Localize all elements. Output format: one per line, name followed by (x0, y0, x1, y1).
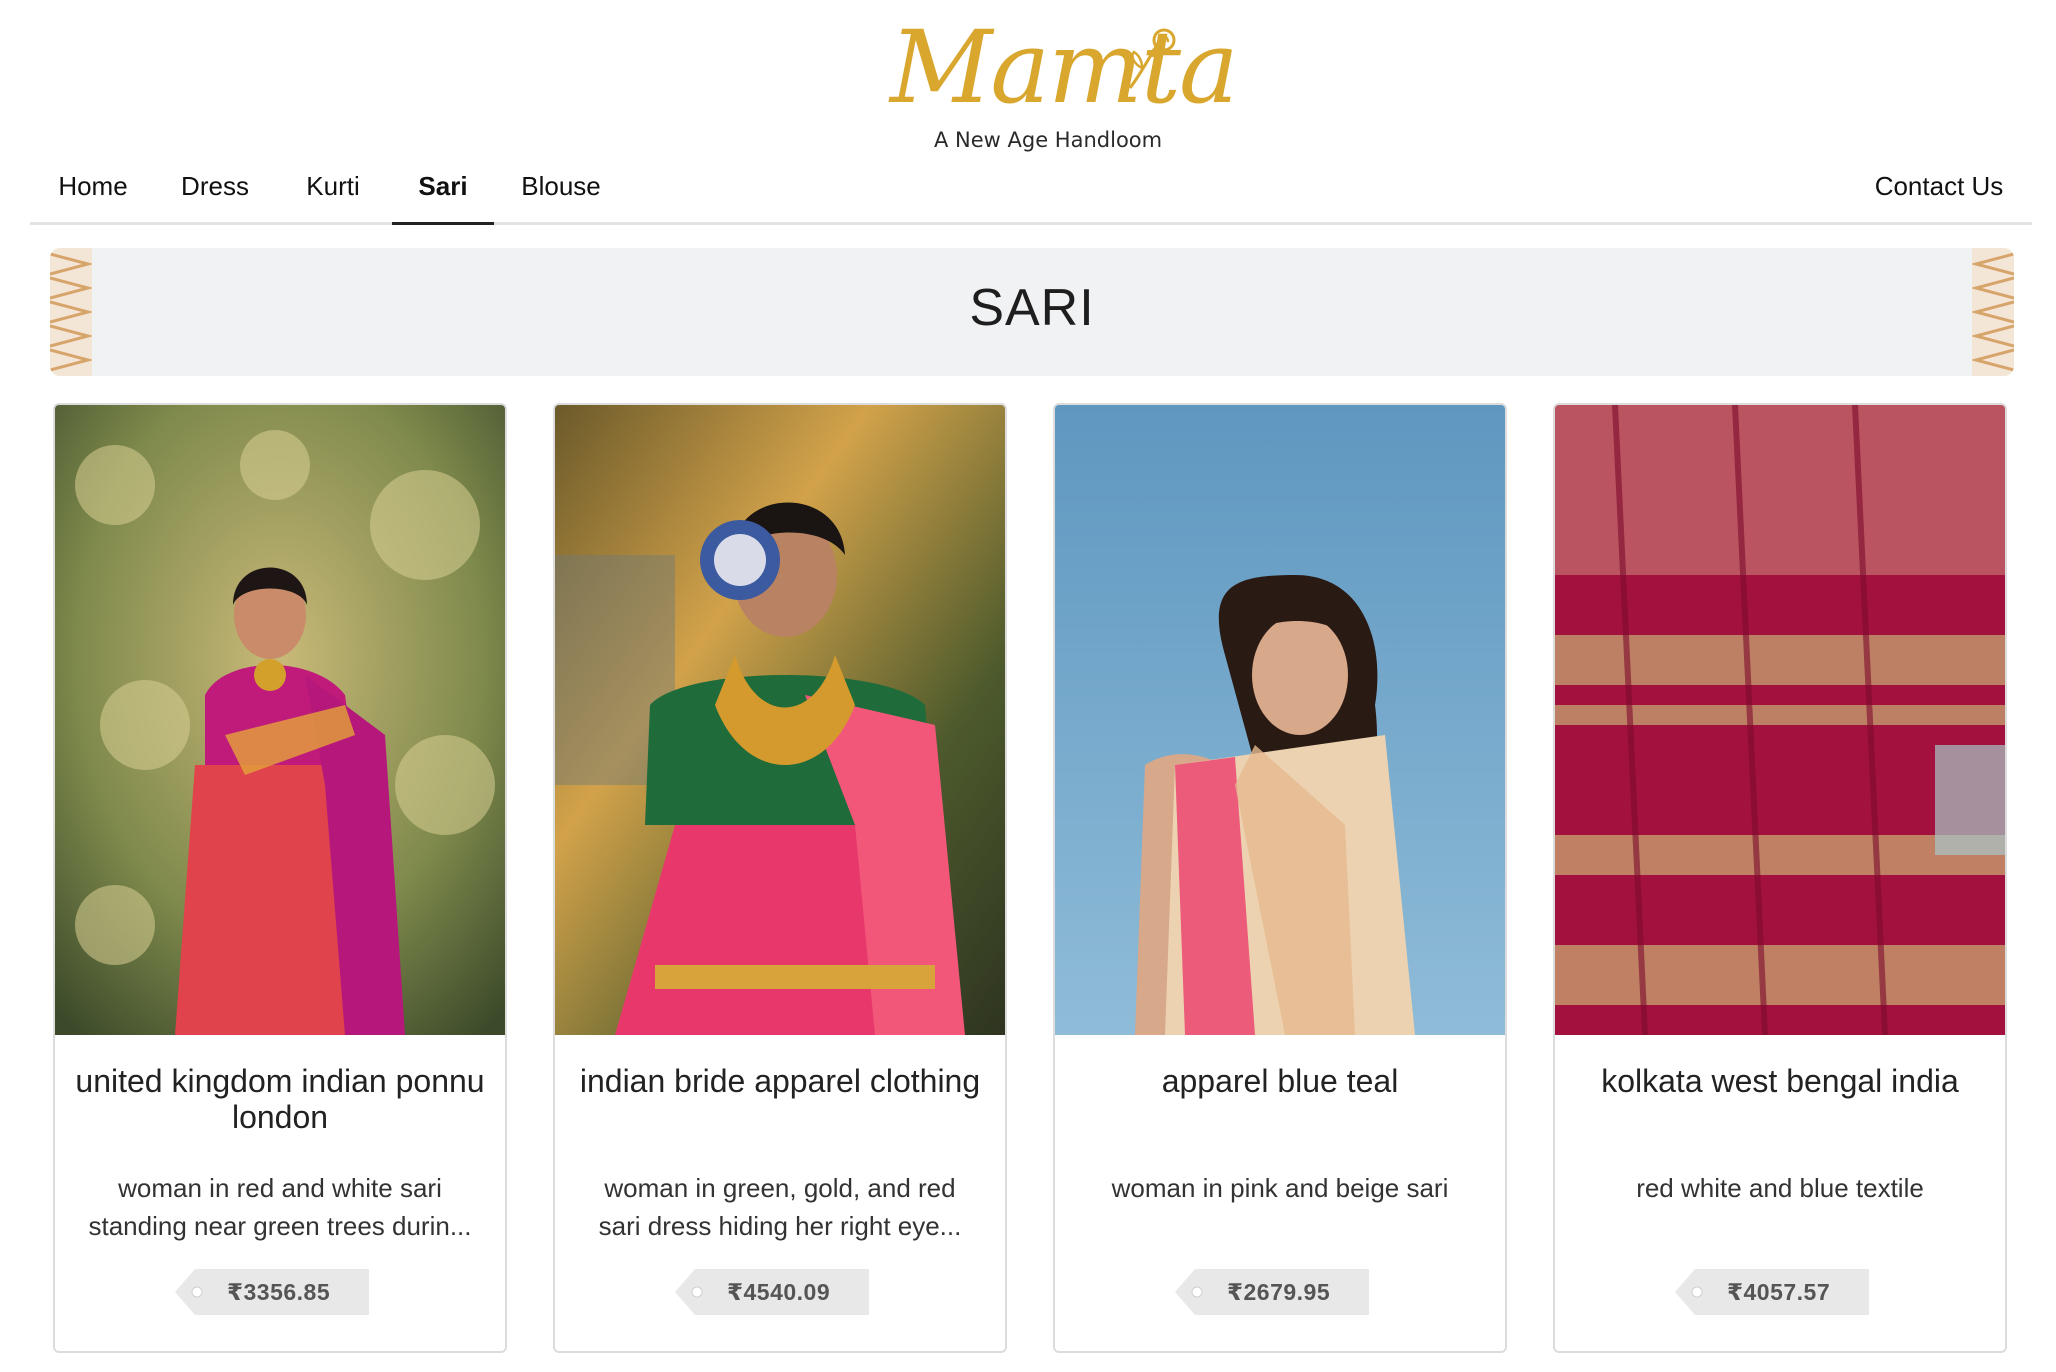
banner-pattern-right (1972, 248, 2014, 376)
nav-item-home[interactable]: Home (30, 160, 156, 222)
brand-tagline: A New Age Handloom (934, 128, 1163, 152)
product-price: ₹2679.95 (1227, 1279, 1331, 1305)
page: Mamta A New Age Handloom Home Dress Kurt… (0, 0, 2056, 1372)
nav-item-blouse[interactable]: Blouse (494, 160, 628, 222)
product-price: ₹4540.09 (727, 1279, 831, 1305)
product-description: red white and blue textile (1636, 1173, 1924, 1203)
category-banner: SARI (50, 248, 2014, 376)
nav-item-contact[interactable]: Contact Us (1846, 160, 2032, 222)
product-card[interactable]: indian bride apparel clothing woman in g… (553, 403, 1007, 1353)
brand-logo[interactable]: Mamta A New Age Handloom (890, 18, 1239, 158)
product-price: ₹3356.85 (227, 1279, 331, 1305)
product-description: woman in green, gold, and red sari dress… (598, 1173, 962, 1241)
product-description: woman in pink and beige sari (1111, 1173, 1449, 1203)
product-description: woman in red and white sari standing nea… (88, 1173, 472, 1241)
product-image[interactable] (1555, 405, 2005, 1035)
nav-item-kurti[interactable]: Kurti (274, 160, 392, 222)
product-card[interactable]: kolkata west bengal india red white and … (1553, 403, 2007, 1353)
product-image[interactable] (55, 405, 505, 1035)
product-price: ₹4057.57 (1727, 1279, 1831, 1305)
rose-icon (1128, 28, 1176, 89)
price-tag: ₹3356.85 (175, 1269, 369, 1315)
product-card[interactable]: united kingdom indian ponnu london woman… (53, 403, 507, 1353)
price-tag: ₹2679.95 (1175, 1269, 1369, 1315)
product-image[interactable] (1055, 405, 1505, 1035)
product-image[interactable] (555, 405, 1005, 1035)
product-title[interactable]: apparel blue teal (1075, 1063, 1485, 1099)
page-title: SARI (969, 279, 1095, 337)
product-title[interactable]: united kingdom indian ponnu london (75, 1063, 485, 1135)
brand-name: Mamta (890, 9, 1239, 126)
nav-item-dress[interactable]: Dress (156, 160, 274, 222)
main-nav: Home Dress Kurti Sari Blouse Contact Us (30, 160, 2032, 225)
price-tag: ₹4057.57 (1675, 1269, 1869, 1315)
price-tag: ₹4540.09 (675, 1269, 869, 1315)
product-title[interactable]: kolkata west bengal india (1575, 1063, 1985, 1099)
nav-item-sari[interactable]: Sari (392, 160, 494, 225)
product-card[interactable]: apparel blue teal woman in pink and beig… (1053, 403, 1507, 1353)
product-title[interactable]: indian bride apparel clothing (575, 1063, 985, 1099)
